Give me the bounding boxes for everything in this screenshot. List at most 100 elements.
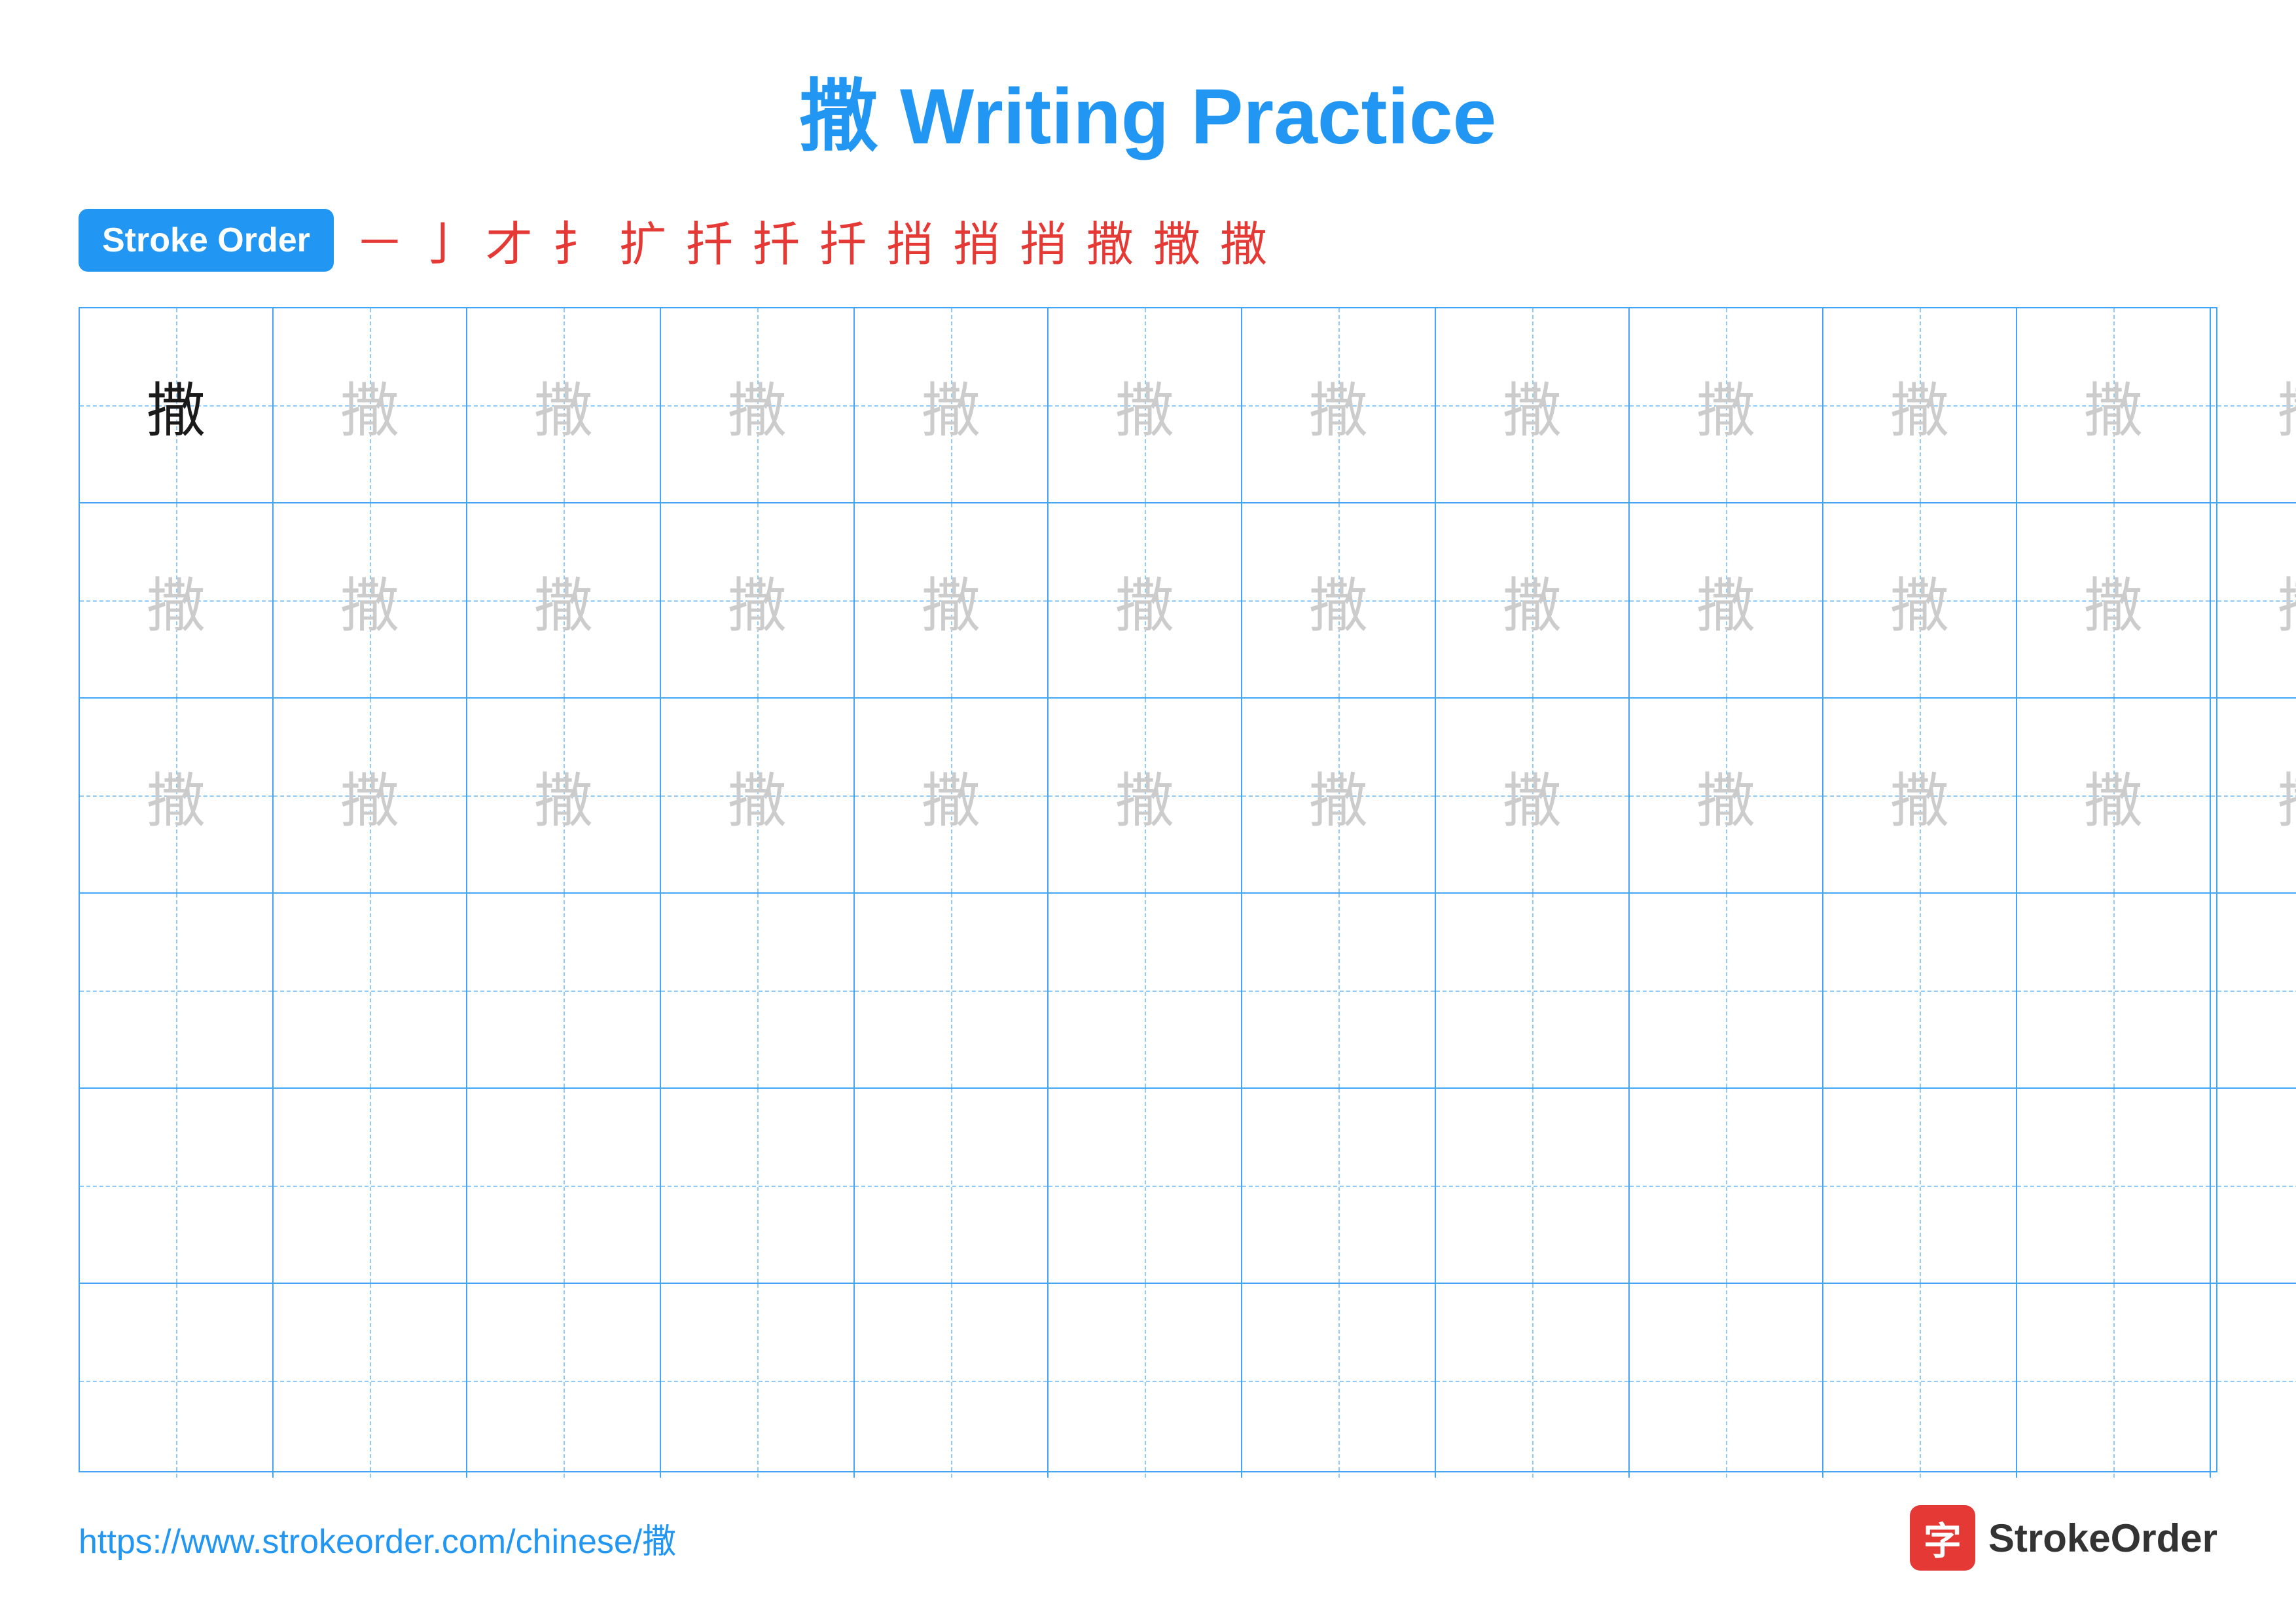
grid-cell-5-10[interactable] xyxy=(1823,1089,2017,1283)
grid-row-2: 撒 撒 撒 撒 撒 撒 撒 撒 撒 撒 撒 撒 撒 xyxy=(80,503,2296,699)
grid-row-5 xyxy=(80,1089,2296,1284)
grid-cell-1-4[interactable]: 撒 xyxy=(661,308,855,502)
grid-cell-3-6[interactable]: 撒 xyxy=(1049,699,1242,892)
practice-char: 撒 xyxy=(1696,753,1755,838)
practice-char: 撒 xyxy=(728,753,787,838)
practice-char: 撒 xyxy=(728,363,787,448)
grid-cell-5-6[interactable] xyxy=(1049,1089,1242,1283)
grid-cell-4-9[interactable] xyxy=(1630,894,1823,1087)
practice-char: 撒 xyxy=(2278,753,2296,838)
grid-cell-2-5[interactable]: 撒 xyxy=(855,503,1049,697)
grid-cell-1-12[interactable]: 撒 xyxy=(2211,308,2296,502)
practice-char: 撒 xyxy=(2278,558,2296,643)
grid-cell-4-10[interactable] xyxy=(1823,894,2017,1087)
grid-cell-4-2[interactable] xyxy=(274,894,467,1087)
practice-char: 撒 xyxy=(147,363,206,448)
grid-cell-5-1[interactable] xyxy=(80,1089,274,1283)
grid-cell-2-3[interactable]: 撒 xyxy=(467,503,661,697)
grid-cell-6-10[interactable] xyxy=(1823,1284,2017,1478)
grid-cell-3-7[interactable]: 撒 xyxy=(1242,699,1436,892)
grid-cell-2-1[interactable]: 撒 xyxy=(80,503,274,697)
practice-char: 撒 xyxy=(1503,558,1562,643)
grid-cell-1-7[interactable]: 撒 xyxy=(1242,308,1436,502)
practice-char: 撒 xyxy=(340,753,399,838)
grid-cell-4-6[interactable] xyxy=(1049,894,1242,1087)
grid-cell-1-6[interactable]: 撒 xyxy=(1049,308,1242,502)
grid-cell-4-7[interactable] xyxy=(1242,894,1436,1087)
grid-cell-2-10[interactable]: 撒 xyxy=(1823,503,2017,697)
grid-cell-3-10[interactable]: 撒 xyxy=(1823,699,2017,892)
grid-cell-6-5[interactable] xyxy=(855,1284,1049,1478)
stroke-char-10: 捎 xyxy=(953,206,1000,274)
footer-logo: 字 StrokeOrder xyxy=(1910,1505,2217,1571)
stroke-char-4: 扌 xyxy=(552,206,600,274)
grid-cell-2-8[interactable]: 撒 xyxy=(1436,503,1630,697)
grid-cell-2-7[interactable]: 撒 xyxy=(1242,503,1436,697)
grid-cell-5-4[interactable] xyxy=(661,1089,855,1283)
grid-cell-4-1[interactable] xyxy=(80,894,274,1087)
grid-cell-6-4[interactable] xyxy=(661,1284,855,1478)
grid-cell-1-9[interactable]: 撒 xyxy=(1630,308,1823,502)
stroke-char-8: 扦 xyxy=(819,206,867,274)
stroke-char-6: 扦 xyxy=(686,206,733,274)
practice-char: 撒 xyxy=(340,363,399,448)
grid-cell-6-8[interactable] xyxy=(1436,1284,1630,1478)
grid-cell-1-3[interactable]: 撒 xyxy=(467,308,661,502)
grid-cell-1-2[interactable]: 撒 xyxy=(274,308,467,502)
grid-cell-3-3[interactable]: 撒 xyxy=(467,699,661,892)
grid-cell-6-6[interactable] xyxy=(1049,1284,1242,1478)
practice-char: 撒 xyxy=(1503,753,1562,838)
grid-cell-3-8[interactable]: 撒 xyxy=(1436,699,1630,892)
grid-cell-2-6[interactable]: 撒 xyxy=(1049,503,1242,697)
page: 撒 Writing Practice Stroke Order 一 亅 才 扌 … xyxy=(0,0,2296,1623)
grid-cell-4-12[interactable] xyxy=(2211,894,2296,1087)
grid-cell-5-8[interactable] xyxy=(1436,1089,1630,1283)
practice-char: 撒 xyxy=(534,558,593,643)
grid-cell-6-7[interactable] xyxy=(1242,1284,1436,1478)
grid-cell-1-10[interactable]: 撒 xyxy=(1823,308,2017,502)
grid-cell-1-1[interactable]: 撒 xyxy=(80,308,274,502)
grid-cell-1-8[interactable]: 撒 xyxy=(1436,308,1630,502)
grid-cell-6-9[interactable] xyxy=(1630,1284,1823,1478)
grid-cell-4-11[interactable] xyxy=(2017,894,2211,1087)
grid-cell-5-5[interactable] xyxy=(855,1089,1049,1283)
grid-cell-3-11[interactable]: 撒 xyxy=(2017,699,2211,892)
grid-row-3: 撒 撒 撒 撒 撒 撒 撒 撒 撒 撒 撒 撒 撒 xyxy=(80,699,2296,894)
grid-cell-2-12[interactable]: 撒 xyxy=(2211,503,2296,697)
stroke-char-13: 撒 xyxy=(1153,206,1200,274)
grid-cell-4-4[interactable] xyxy=(661,894,855,1087)
grid-row-6 xyxy=(80,1284,2296,1478)
grid-cell-5-11[interactable] xyxy=(2017,1089,2211,1283)
grid-cell-5-9[interactable] xyxy=(1630,1089,1823,1283)
grid-cell-3-5[interactable]: 撒 xyxy=(855,699,1049,892)
grid-cell-6-2[interactable] xyxy=(274,1284,467,1478)
footer-url[interactable]: https://www.strokeorder.com/chinese/撒 xyxy=(79,1514,676,1563)
grid-cell-2-9[interactable]: 撒 xyxy=(1630,503,1823,697)
practice-char: 撒 xyxy=(1503,363,1562,448)
grid-cell-6-1[interactable] xyxy=(80,1284,274,1478)
grid-cell-2-4[interactable]: 撒 xyxy=(661,503,855,697)
grid-cell-6-3[interactable] xyxy=(467,1284,661,1478)
practice-char: 撒 xyxy=(2084,753,2143,838)
grid-cell-6-11[interactable] xyxy=(2017,1284,2211,1478)
grid-cell-5-3[interactable] xyxy=(467,1089,661,1283)
grid-cell-3-4[interactable]: 撒 xyxy=(661,699,855,892)
grid-cell-1-5[interactable]: 撒 xyxy=(855,308,1049,502)
footer-logo-text: StrokeOrder xyxy=(1988,1516,2217,1561)
grid-row-1: 撒 撒 撒 撒 撒 撒 撒 撒 撒 撒 撒 撒 撒 xyxy=(80,308,2296,503)
grid-cell-5-7[interactable] xyxy=(1242,1089,1436,1283)
grid-cell-4-5[interactable] xyxy=(855,894,1049,1087)
grid-cell-5-2[interactable] xyxy=(274,1089,467,1283)
grid-cell-1-11[interactable]: 撒 xyxy=(2017,308,2211,502)
grid-cell-5-12[interactable] xyxy=(2211,1089,2296,1283)
grid-cell-3-1[interactable]: 撒 xyxy=(80,699,274,892)
grid-cell-6-12[interactable] xyxy=(2211,1284,2296,1478)
grid-cell-3-9[interactable]: 撒 xyxy=(1630,699,1823,892)
grid-cell-3-12[interactable]: 撒 xyxy=(2211,699,2296,892)
grid-cell-2-2[interactable]: 撒 xyxy=(274,503,467,697)
grid-cell-3-2[interactable]: 撒 xyxy=(274,699,467,892)
stroke-char-9: 捎 xyxy=(886,206,933,274)
grid-cell-4-8[interactable] xyxy=(1436,894,1630,1087)
grid-cell-4-3[interactable] xyxy=(467,894,661,1087)
grid-cell-2-11[interactable]: 撒 xyxy=(2017,503,2211,697)
